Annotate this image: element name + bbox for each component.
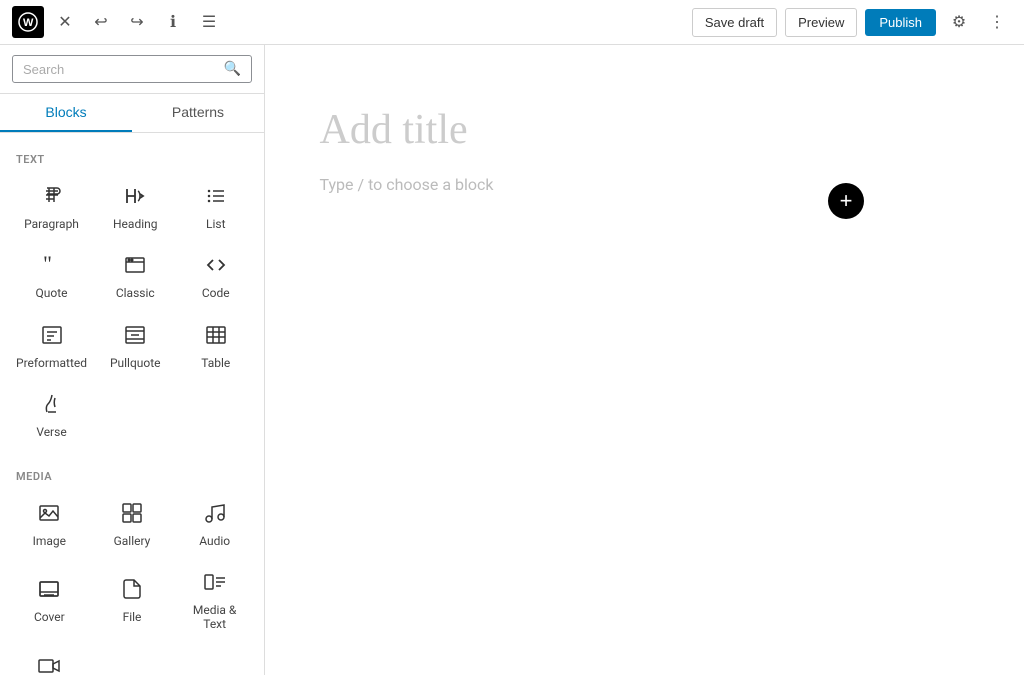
settings-icon[interactable]: ⚙ (944, 7, 974, 37)
block-item-cover[interactable]: Cover (8, 558, 91, 642)
preformatted-label: Preformatted (16, 356, 87, 370)
block-item-code[interactable]: Code (176, 241, 257, 310)
svg-text:": " (43, 253, 52, 276)
table-label: Table (201, 356, 230, 370)
toolbar-right: Save draft Preview Publish ⚙ ⋮ (692, 7, 1012, 37)
list-icon (204, 184, 228, 211)
close-button[interactable]: ✕ (50, 7, 80, 37)
menu-button[interactable]: ☰ (194, 7, 224, 37)
toolbar: W ✕ ↩ ↪ ℹ ☰ Save draft Preview Publish ⚙… (0, 0, 1024, 45)
block-item-table[interactable]: Table (176, 311, 257, 380)
block-item-heading[interactable]: Heading (95, 172, 175, 241)
tabs: Blocks Patterns (0, 94, 264, 133)
image-icon (37, 501, 61, 528)
code-icon (204, 253, 228, 280)
block-list: TEXT Paragraph (0, 133, 264, 675)
audio-label: Audio (199, 534, 230, 548)
block-item-pullquote[interactable]: Pullquote (95, 311, 175, 380)
verse-label: Verse (36, 425, 66, 439)
publish-button[interactable]: Publish (865, 9, 936, 36)
media-block-grid: Image Gallery (0, 489, 264, 675)
search-input[interactable] (23, 62, 218, 77)
redo-button[interactable]: ↪ (122, 7, 152, 37)
quote-icon: " (40, 253, 64, 280)
wp-logo-icon[interactable]: W (12, 6, 44, 38)
preformatted-icon (40, 323, 64, 350)
text-block-grid: Paragraph Heading (0, 172, 264, 450)
sidebar: 🔍 Blocks Patterns TEXT (0, 45, 265, 675)
file-label: File (123, 610, 142, 624)
post-title-placeholder[interactable]: Add title (320, 105, 970, 155)
file-icon (120, 577, 144, 604)
code-label: Code (202, 286, 230, 300)
block-item-quote[interactable]: " Quote (8, 241, 95, 310)
block-item-video[interactable]: Video (8, 642, 91, 675)
add-block-button[interactable]: + (828, 183, 864, 219)
media-text-label: Media & Text (181, 603, 248, 632)
block-item-file[interactable]: File (91, 558, 174, 642)
block-item-media-text[interactable]: Media & Text (173, 558, 256, 642)
pullquote-label: Pullquote (110, 356, 161, 370)
block-item-gallery[interactable]: Gallery (91, 489, 174, 558)
verse-icon (40, 392, 64, 419)
video-icon (37, 654, 61, 675)
gallery-label: Gallery (114, 534, 151, 548)
classic-icon (123, 253, 147, 280)
block-item-list[interactable]: List (176, 172, 257, 241)
tab-blocks[interactable]: Blocks (0, 94, 132, 132)
quote-label: Quote (36, 286, 68, 300)
toolbar-left: W ✕ ↩ ↪ ℹ ☰ (12, 6, 224, 38)
preview-button[interactable]: Preview (785, 8, 857, 37)
main-content: 🔍 Blocks Patterns TEXT (0, 45, 1024, 675)
undo-button[interactable]: ↩ (86, 7, 116, 37)
cover-icon (37, 577, 61, 604)
save-draft-button[interactable]: Save draft (692, 8, 777, 37)
classic-label: Classic (116, 286, 155, 300)
tab-patterns[interactable]: Patterns (132, 94, 264, 132)
editor-inner: Add title Type / to choose a block (320, 105, 970, 194)
heading-icon (123, 184, 147, 211)
block-item-preformatted[interactable]: Preformatted (8, 311, 95, 380)
pullquote-icon (123, 323, 147, 350)
block-placeholder-text[interactable]: Type / to choose a block (320, 175, 494, 194)
editor-area[interactable]: Add title Type / to choose a block + (265, 45, 1024, 675)
block-item-audio[interactable]: Audio (173, 489, 256, 558)
heading-label: Heading (113, 217, 158, 231)
block-item-classic[interactable]: Classic (95, 241, 175, 310)
section-label-text: TEXT (0, 145, 264, 172)
section-label-media: MEDIA (0, 462, 264, 489)
search-wrapper: 🔍 (12, 55, 252, 83)
search-icon: 🔍 (224, 61, 241, 77)
info-button[interactable]: ℹ (158, 7, 188, 37)
gallery-icon (120, 501, 144, 528)
audio-icon (203, 501, 227, 528)
search-bar: 🔍 (0, 45, 264, 94)
paragraph-icon (40, 184, 64, 211)
block-item-image[interactable]: Image (8, 489, 91, 558)
more-options-icon[interactable]: ⋮ (982, 7, 1012, 37)
svg-text:W: W (23, 17, 34, 29)
table-icon (204, 323, 228, 350)
cover-label: Cover (34, 610, 65, 624)
block-item-verse[interactable]: Verse (8, 380, 95, 449)
block-item-paragraph[interactable]: Paragraph (8, 172, 95, 241)
list-label: List (206, 217, 226, 231)
media-text-icon (203, 570, 227, 597)
paragraph-label: Paragraph (24, 217, 79, 231)
image-label: Image (33, 534, 66, 548)
block-placeholder: Type / to choose a block (320, 175, 970, 194)
